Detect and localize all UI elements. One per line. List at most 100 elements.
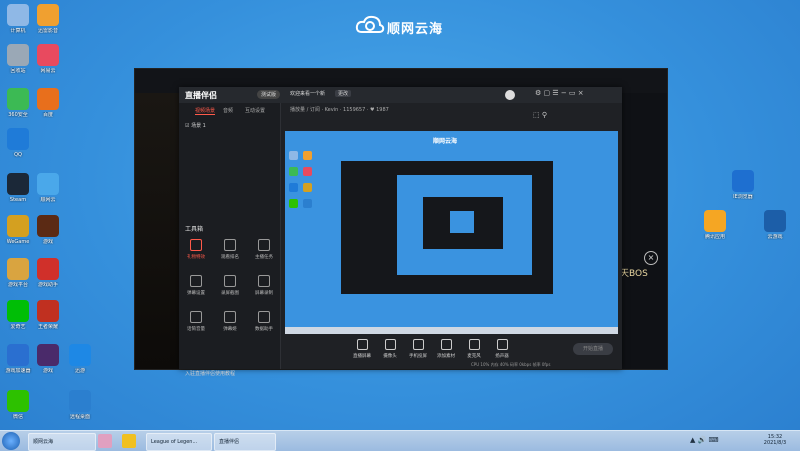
desktop-icon-label: IE浏览器 [733,194,753,200]
game-boss-text: 天BOS [620,269,648,279]
source-label: 添加素材 [437,354,455,359]
start-button[interactable] [2,432,20,450]
source-button[interactable]: 手机投屏 [403,339,433,359]
toolbox-icon [190,311,202,323]
desktop-icon-label: 顺网云 [40,197,56,203]
desktop-icon[interactable]: 游戏 [28,215,68,245]
taskbar-app-icon[interactable] [98,434,112,448]
desktop-icon-label: 迅雷影音 [37,28,58,34]
source-button[interactable]: 扬声器 [487,339,517,359]
game-close-button[interactable]: × [644,251,658,265]
taskbar: 顺网云海 League of Legen... 直播伴侣 ▲ 🔊 ⌨ 15:32… [0,430,800,451]
live-preview[interactable]: 顺网云海 [285,131,618,334]
toolbox-item[interactable]: 数据助手 [249,311,279,332]
desktop-icon[interactable]: 腾讯应用 [695,210,735,240]
source-icon [384,339,396,350]
toolbox-icon [224,239,236,251]
preview-desktop-icon [289,199,298,208]
app-logo: 直播伴侣 [185,91,217,100]
preview-nested-window [341,161,553,294]
toolbox-label: 弹幕姬 [223,327,237,332]
app-icon [7,390,29,412]
desktop-icon[interactable]: 云游戏 [755,210,795,240]
toolbox-item[interactable]: 观看排名 [215,239,245,260]
app-icon [37,300,59,322]
toolbox-item[interactable]: 录屏截图 [215,275,245,296]
toolbox-label: 主播任务 [255,255,273,260]
room-title: 欢迎来看一个新 [290,91,326,97]
desktop-icon[interactable]: 百度 [28,88,68,118]
app-icon [37,44,59,66]
toolbox-label: 录屏截图 [221,291,239,296]
toolbox-label: 话筒音量 [187,327,205,332]
toolbox-item[interactable]: 话筒音量 [181,311,211,332]
app-icon [37,173,59,195]
toolbox-label: 礼物特效 [187,255,205,260]
desktop-icon[interactable]: 游戏助手 [28,258,68,288]
app-icon [7,215,29,237]
desktop-icon[interactable]: 网易云 [28,44,68,74]
source-button[interactable]: 直播屏幕 [347,339,377,359]
desktop-icon[interactable]: 迅雷影音 [28,4,68,34]
taskbar-item-shunwang[interactable]: 顺网云海 [28,433,96,451]
scene-item[interactable]: ☑ 场景 1 [185,122,206,129]
toolbox-icon [258,311,270,323]
desktop-icon-label: 微信 [12,414,23,420]
system-clock[interactable]: 15:32 2021/8/3 [752,434,798,446]
tutorial-link[interactable]: 入驻直播伴侣使用教程 [185,370,235,377]
desktop-icon-label: 云游戏 [767,234,783,240]
taskbar-item-live-companion[interactable]: 直播伴侣 [214,433,276,451]
preview-desktop-icon [303,183,312,192]
desktop-icon[interactable]: 顺网云 [28,173,68,203]
preview-desktop-icon [303,167,312,176]
toolbox-label: 观看排名 [221,255,239,260]
toolbox-icon [224,275,236,287]
window-controls[interactable]: ⚙ ▢ ☰ − ▭ × [535,89,619,101]
app-icon [7,258,29,280]
room-meta: 播放量 / 订阅 · Kevin · 1159657 · ♥ 1987 [290,107,389,113]
toolbox-item[interactable]: 弹幕设置 [181,275,211,296]
preview-nested-screen-2 [450,211,474,233]
desktop-icon[interactable]: QQ [0,128,38,158]
preview-taskbar [285,327,618,334]
start-live-button[interactable]: 开始直播 [573,343,613,355]
desktop-icon[interactable]: 王者荣耀 [28,300,68,330]
tab-interaction[interactable]: 互动设置 [245,107,265,114]
taskbar-app-icon[interactable] [122,434,136,448]
tab-video-scene[interactable]: 视频场景 [195,107,216,115]
desktop-icon[interactable]: 远程桌面 [60,390,100,420]
clock-date: 2021/8/3 [763,440,787,446]
source-label: 麦克风 [467,354,481,359]
source-button[interactable]: 摄像头 [375,339,405,359]
preview-desktop-icon [289,183,298,192]
taskbar-item-league[interactable]: League of Legen... [146,433,212,451]
app-icon [764,210,786,232]
room-action-icons[interactable]: ⬚ ⚲ [533,111,547,119]
system-tray[interactable]: ▲ 🔊 ⌨ [690,436,719,444]
toolbox-item[interactable]: 主播任务 [249,239,279,260]
profile-avatar[interactable] [505,90,515,100]
desktop-icon-label: 百度 [42,112,53,118]
source-icon [412,339,424,350]
app-titlebar: 直播伴侣 测试版 ⚙ ▢ ☰ − ▭ × [179,87,622,103]
app-icon [7,4,29,26]
desktop-icon-label: 王者荣耀 [37,324,58,330]
tab-audio[interactable]: 音频 [223,107,233,114]
desktop-icon[interactable]: 迅游 [60,344,100,374]
brand-text: 顺网云海 [387,22,444,37]
desktop-icon[interactable]: 微信 [0,390,38,420]
source-icon [468,339,480,350]
desktop-icon[interactable]: IE浏览器 [723,170,763,200]
toolbox-item[interactable]: 弹幕姬 [215,311,245,332]
desktop-icon-label: 远程桌面 [69,414,90,420]
app-icon [7,88,29,110]
toolbox-item[interactable]: 屏幕录制 [249,275,279,296]
preview-brand: 顺网云海 [433,138,458,145]
desktop-icon-label: 网易云 [40,68,56,74]
preview-nested-window-2 [423,197,503,249]
streaming-app-window: 直播伴侣 测试版 ⚙ ▢ ☰ − ▭ × 视频场景 音频 互动设置 ☑ 场景 1… [179,87,622,377]
toolbox-item[interactable]: 礼物特效 [181,239,211,260]
source-button[interactable]: 麦克风 [459,339,489,359]
room-edit-button[interactable]: 更改 [335,90,352,97]
source-button[interactable]: 添加素材 [431,339,461,359]
